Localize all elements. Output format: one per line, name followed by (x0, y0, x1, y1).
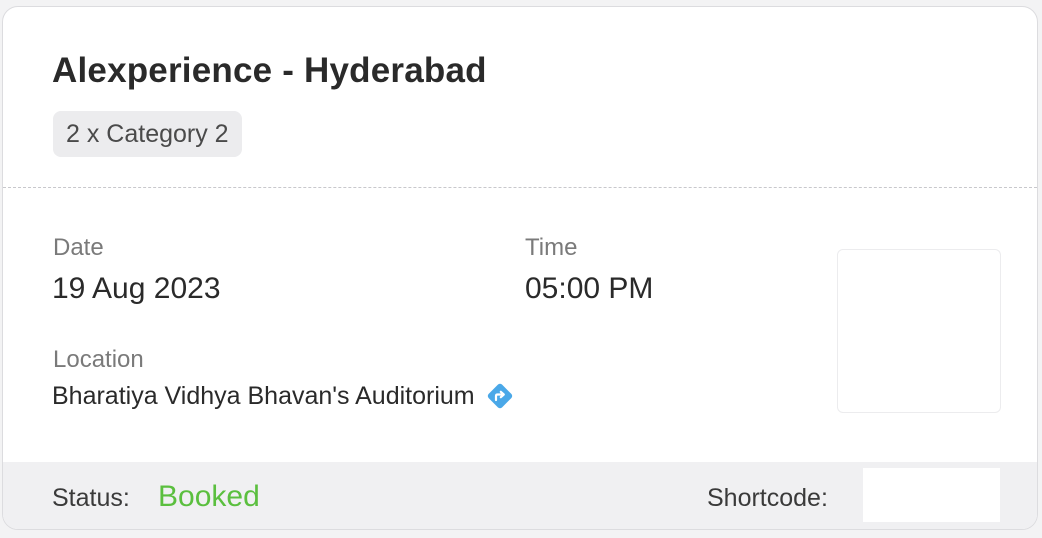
time-label: Time (525, 234, 578, 261)
status-label: Status: (52, 484, 130, 512)
date-value: 19 Aug 2023 (52, 272, 221, 305)
ticket-category-badge: 2 x Category 2 (53, 111, 242, 157)
shortcode-value (863, 468, 1000, 522)
shortcode-label: Shortcode: (707, 484, 828, 512)
status-badge: Booked (158, 480, 260, 513)
location-label: Location (53, 346, 144, 373)
booking-card: Alexperience - Hyderabad 2 x Category 2 … (2, 6, 1038, 530)
qr-code-area (837, 249, 1001, 413)
location-value: Bharatiya Vidhya Bhavan's Auditorium (52, 381, 475, 410)
location-row: Bharatiya Vidhya Bhavan's Auditorium (52, 381, 515, 411)
directions-icon[interactable] (485, 381, 515, 411)
date-label: Date (53, 234, 104, 261)
time-value: 05:00 PM (525, 272, 654, 305)
event-title: Alexperience - Hyderabad (52, 51, 487, 90)
dashed-divider (3, 187, 1037, 188)
booking-footer: Status: Booked Shortcode: (3, 462, 1037, 529)
